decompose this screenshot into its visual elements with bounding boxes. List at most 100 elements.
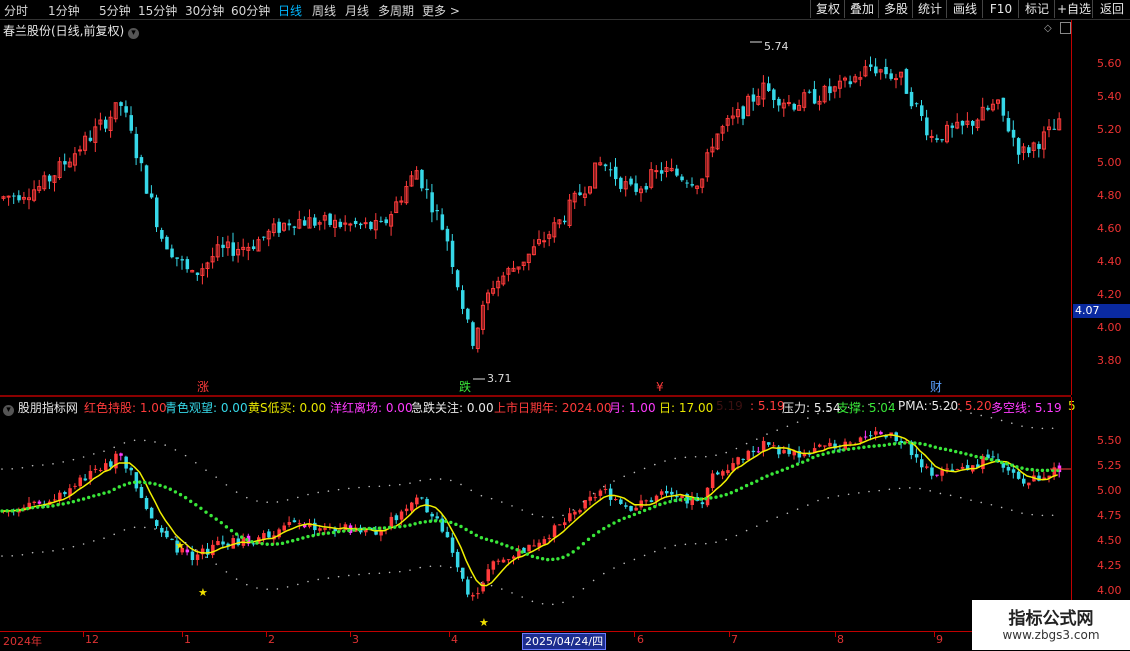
candle-down: [644, 186, 649, 190]
resistance-dot: [623, 475, 625, 478]
support-dot: [388, 571, 391, 574]
candle-body: [491, 561, 496, 570]
period-monthly[interactable]: 月线: [345, 2, 369, 19]
candle-down: [767, 83, 771, 92]
mark-button[interactable]: 标记: [1018, 0, 1055, 18]
diamond-icon[interactable]: ◇: [1044, 23, 1052, 34]
panel-toggle-icon[interactable]: [1060, 22, 1071, 34]
candle-body: [629, 506, 633, 511]
ma-long-dot: [56, 503, 60, 507]
candle-down: [262, 236, 266, 238]
ma-long-dot: [81, 497, 86, 501]
support-dot: [1011, 509, 1013, 511]
support-dot: [766, 520, 768, 522]
support-dot: [990, 503, 993, 506]
x-tick-label: 4: [451, 633, 458, 646]
add-watchlist-button[interactable]: +自选: [1054, 0, 1093, 18]
ma-long-dot: [959, 451, 963, 455]
ma-long-dot: [229, 528, 234, 533]
resistance-dot: [266, 501, 269, 503]
indicator-panel[interactable]: ★ ★ ★: [0, 397, 1071, 629]
candle-down: [971, 121, 975, 126]
candle-down: [812, 89, 817, 104]
ma-long-dot: [444, 519, 448, 523]
support-dot: [317, 578, 320, 581]
period-15min[interactable]: 15分钟: [138, 2, 177, 19]
candle-body: [114, 453, 118, 469]
statistics-button[interactable]: 统计: [912, 0, 947, 18]
ma-long-dot: [464, 527, 468, 532]
adjust-button[interactable]: 复权: [810, 0, 845, 18]
candlestick-chart[interactable]: 5.74 3.71 涨 跌 ¥ 财: [0, 20, 1071, 395]
overlay-button[interactable]: 叠加: [844, 0, 879, 18]
support-dot: [674, 544, 676, 547]
stock-name-label: 春兰股份(日线,前复权): [3, 24, 125, 38]
candle-body: [445, 531, 450, 538]
resistance-dot: [184, 454, 187, 457]
draw-line-button[interactable]: 画线: [946, 0, 983, 18]
back-button[interactable]: 返回: [1092, 0, 1130, 18]
resistance-dot: [62, 461, 64, 463]
legend-item: 支撑: 5.04: [837, 401, 896, 415]
support-dot: [684, 543, 687, 546]
period-60min[interactable]: 60分钟: [231, 2, 270, 19]
resistance-dot: [531, 513, 534, 516]
candle-body: [940, 470, 944, 476]
ma-long-dot: [846, 447, 851, 451]
ma-long-dot: [143, 480, 147, 485]
support-dot: [246, 583, 248, 586]
candle-body: [450, 537, 455, 553]
candle-down: [690, 184, 694, 186]
ma-long-dot: [540, 557, 545, 561]
ma-long-dot: [199, 506, 203, 510]
multi-stock-button[interactable]: 多股: [878, 0, 913, 18]
support-dot: [327, 577, 330, 579]
ma-long-dot: [775, 470, 779, 474]
period-30min[interactable]: 30分钟: [185, 2, 224, 19]
support-dot: [184, 541, 187, 544]
ma-long-dot: [454, 522, 458, 527]
resistance-dot: [745, 442, 748, 445]
period-1min[interactable]: 1分钟: [48, 2, 80, 19]
period-more[interactable]: 更多 >: [422, 2, 460, 19]
period-intraday[interactable]: 分时: [4, 2, 28, 19]
candle-body: [104, 463, 108, 471]
ma-long-dot: [418, 520, 422, 525]
indicator-menu-icon[interactable]: ▾: [3, 405, 14, 416]
period-daily[interactable]: 日线: [278, 2, 302, 19]
f10-button[interactable]: F10: [982, 0, 1019, 18]
ma-long-dot: [999, 460, 1004, 465]
ma-long-dot: [969, 453, 973, 457]
candle-body: [471, 595, 475, 597]
ma-long-dot: [97, 492, 101, 497]
candle-body: [88, 470, 93, 480]
support-dot: [888, 488, 891, 491]
period-5min[interactable]: 5分钟: [99, 2, 131, 19]
resistance-dot: [215, 476, 217, 478]
ma-long-dot: [576, 546, 580, 550]
price-chart-panel[interactable]: 5.74 3.71 涨 跌 ¥ 财: [0, 20, 1071, 395]
chevron-down-icon[interactable]: ▾: [128, 28, 140, 39]
ma-long-dot: [234, 532, 239, 536]
candle-down: [925, 117, 929, 136]
support-dot: [970, 499, 972, 501]
support-dot: [93, 540, 95, 542]
period-weekly[interactable]: 周线: [312, 2, 336, 19]
ma-long-dot: [362, 527, 366, 531]
resistance-dot: [154, 441, 156, 443]
ma-long-dot: [291, 539, 295, 543]
candle-down: [180, 259, 184, 261]
ma-long-dot: [546, 557, 550, 562]
resistance-dot: [337, 488, 340, 491]
candle-body: [486, 569, 490, 582]
support-dot: [174, 536, 177, 538]
candle-down: [1027, 147, 1031, 153]
resistance-dot: [490, 497, 493, 500]
support-dot: [847, 493, 850, 496]
ma-long-dot: [403, 524, 407, 528]
period-multi[interactable]: 多周期: [378, 2, 414, 19]
y-tick: 4.40: [1097, 255, 1122, 268]
candle-down: [471, 322, 475, 346]
support-dot: [531, 600, 534, 603]
indicator-chart[interactable]: ★ ★ ★: [0, 397, 1071, 629]
